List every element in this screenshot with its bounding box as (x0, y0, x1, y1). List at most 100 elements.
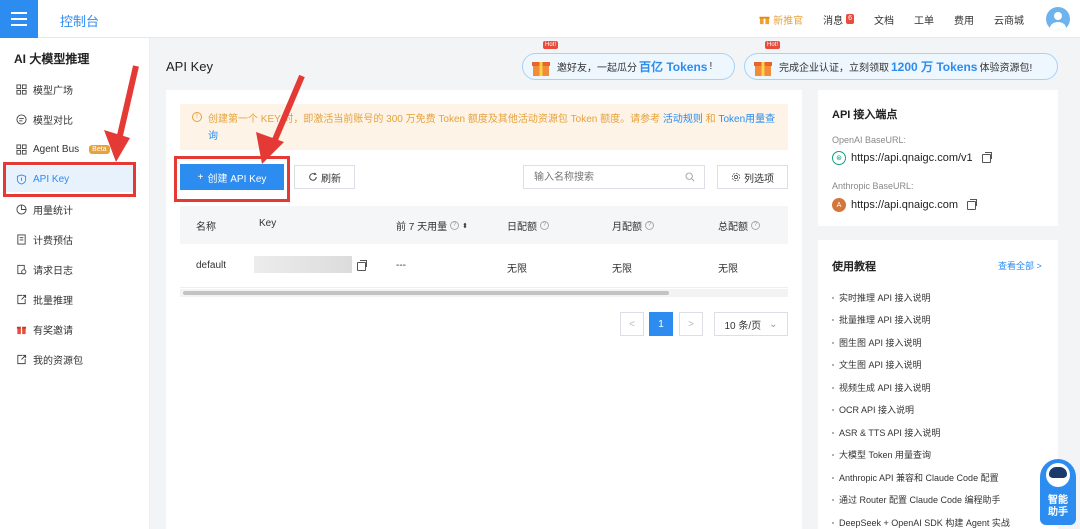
tutorial-link[interactable]: 视频生成 API 接入说明 (832, 381, 931, 394)
openai-logo-icon: ⊛ (832, 151, 846, 165)
horizontal-scrollbar[interactable] (180, 289, 788, 297)
next-page-button[interactable]: > (679, 312, 703, 336)
menu-icon[interactable] (0, 0, 38, 38)
tutorial-link[interactable]: ASR & TTS API 接入说明 (832, 426, 940, 439)
tutorial-link[interactable]: DeepSeek + OpenAI SDK 构建 Agent 实战 (832, 516, 1010, 529)
endpoint-title: API 接入端点 (832, 109, 898, 121)
log-icon (17, 264, 27, 274)
help-icon[interactable]: ? (751, 221, 760, 230)
openai-label: OpenAI BaseURL: (832, 135, 907, 145)
hot-badge: Hot! (765, 41, 781, 49)
highlight-box-sidebar (3, 162, 136, 197)
red-arrow-icon (256, 74, 305, 164)
col-usage[interactable]: 前 7 天用量 ? ⬍ (396, 218, 468, 233)
row-monthly-quota: 无限 (612, 264, 632, 275)
table-row: default --- 无限 无限 无限 (180, 244, 788, 288)
row-usage: --- (396, 260, 406, 271)
tutorial-link[interactable]: OCR API 接入说明 (832, 403, 914, 416)
nav-tickets[interactable]: 工单 (914, 12, 934, 27)
export-icon (17, 294, 27, 304)
grid-icon (16, 143, 27, 155)
refresh-icon (309, 172, 317, 181)
col-name: 名称 (196, 222, 216, 233)
top-header: 控制台 新推官 消息 6 文档 工单 费用 云商城 (0, 0, 1080, 38)
masked-key (254, 256, 352, 273)
nav-promo[interactable]: 新推官 (759, 12, 803, 27)
tutorial-link[interactable]: 批量推理 API 接入说明 (832, 313, 931, 326)
tutorial-link[interactable]: Anthropic API 兼容和 Claude Code 配置 (832, 471, 999, 484)
sidebar-item-usage-stats[interactable]: 用量统计 (4, 196, 134, 222)
sidebar-title: AI 大模型推理 (14, 52, 90, 66)
sort-icon[interactable]: ⬍ (462, 222, 468, 230)
nav-billing[interactable]: 费用 (954, 12, 974, 27)
robot-icon (1046, 463, 1070, 487)
tutorial-link[interactable]: 文生图 API 接入说明 (832, 358, 922, 371)
help-icon[interactable]: ? (645, 221, 654, 230)
scroll-thumb[interactable] (183, 291, 669, 295)
page-title: API Key (166, 59, 213, 74)
promo-invite-banner[interactable]: Hot! 邀好友，一起瓜分 百亿 Tokens ! (522, 41, 735, 80)
table-header: 名称 Key 前 7 天用量 ? ⬍ 日配额 ? 月配额 ? 总配额 ? (180, 206, 788, 244)
col-total-quota: 总配额 ? (718, 218, 760, 233)
row-daily-quota: 无限 (507, 264, 527, 275)
search-icon (685, 172, 695, 182)
copy-icon[interactable] (357, 260, 367, 271)
sidebar-item-batch-inference[interactable]: 批量推理 (4, 286, 134, 312)
nav-docs[interactable]: 文档 (874, 12, 894, 27)
gift-icon (754, 62, 772, 76)
tutorials-title: 使用教程 (832, 261, 876, 273)
avatar[interactable] (1046, 7, 1070, 31)
compare-icon (16, 113, 27, 125)
pie-chart-icon (16, 203, 27, 215)
tutorial-link[interactable]: 通过 Router 配置 Claude Code 编程助手 (832, 493, 1001, 506)
row-name: default (196, 260, 227, 271)
sidebar-item-billing-estimate[interactable]: 计费预估 (4, 226, 134, 252)
tutorial-link[interactable]: 图生图 API 接入说明 (832, 336, 922, 349)
page-1-button[interactable]: 1 (649, 312, 673, 336)
col-key: Key (259, 218, 277, 229)
nav-marketplace[interactable]: 云商城 (994, 12, 1024, 27)
anthropic-logo-icon: A (832, 198, 846, 212)
page-size-select[interactable]: 10 条/页 ⌄ (714, 312, 788, 336)
column-options-button[interactable]: 列选项 (717, 165, 788, 189)
tutorials-card: 使用教程 查看全部 > 实时推理 API 接入说明 批量推理 API 接入说明 … (818, 240, 1058, 529)
anthropic-label: Anthropic BaseURL: (832, 181, 914, 191)
help-icon[interactable]: ? (540, 221, 549, 230)
gift-icon (759, 16, 770, 24)
chevron-down-icon: ⌄ (769, 318, 778, 330)
red-arrow-icon (104, 65, 139, 162)
col-daily-quota: 日配额 ? (507, 218, 549, 233)
export-icon (17, 354, 27, 364)
tutorial-link[interactable]: 实时推理 API 接入说明 (832, 291, 931, 304)
endpoint-card: API 接入端点 OpenAI BaseURL: ⊛ https://api.q… (818, 90, 1058, 226)
sidebar-item-invite-reward[interactable]: 有奖邀请 (4, 316, 134, 342)
prev-page-button[interactable]: < (620, 312, 644, 336)
warning-icon: ! (192, 112, 202, 122)
copy-icon[interactable] (981, 151, 992, 163)
col-monthly-quota: 月配额 ? (612, 218, 654, 233)
activity-rules-link[interactable]: 活动规则 (663, 114, 703, 125)
smart-assistant-button[interactable]: 智能 助手 (1040, 459, 1076, 525)
promo-enterprise-banner[interactable]: Hot! 完成企业认证，立刻领取 1200 万 Tokens 体验资源包! (744, 41, 1058, 80)
sidebar-item-resource-pack[interactable]: 我的资源包 (4, 346, 134, 372)
gift-icon (16, 326, 27, 334)
row-total-quota: 无限 (718, 264, 738, 275)
refresh-button[interactable]: 刷新 (294, 165, 355, 189)
help-icon[interactable]: ? (450, 221, 460, 230)
gear-icon (731, 172, 741, 182)
anthropic-url-row: A https://api.qnaigc.com (832, 198, 978, 212)
messages-badge: 6 (846, 14, 854, 24)
search-input[interactable] (523, 165, 705, 189)
document-icon (17, 233, 26, 245)
tutorial-link[interactable]: 大模型 Token 用量查询 (832, 448, 931, 461)
console-title[interactable]: 控制台 (60, 11, 99, 30)
sidebar-item-request-log[interactable]: 请求日志 (4, 256, 134, 282)
view-all-link[interactable]: 查看全部 > (998, 259, 1042, 272)
header-nav: 新推官 消息 6 文档 工单 费用 云商城 (759, 0, 1080, 38)
openai-url-row: ⊛ https://api.qnaigc.com/v1 (832, 151, 992, 165)
grid-icon (16, 83, 27, 95)
gift-icon (532, 62, 550, 76)
hot-badge: Hot! (543, 41, 559, 49)
nav-messages[interactable]: 消息 6 (823, 12, 854, 27)
copy-icon[interactable] (967, 198, 978, 210)
